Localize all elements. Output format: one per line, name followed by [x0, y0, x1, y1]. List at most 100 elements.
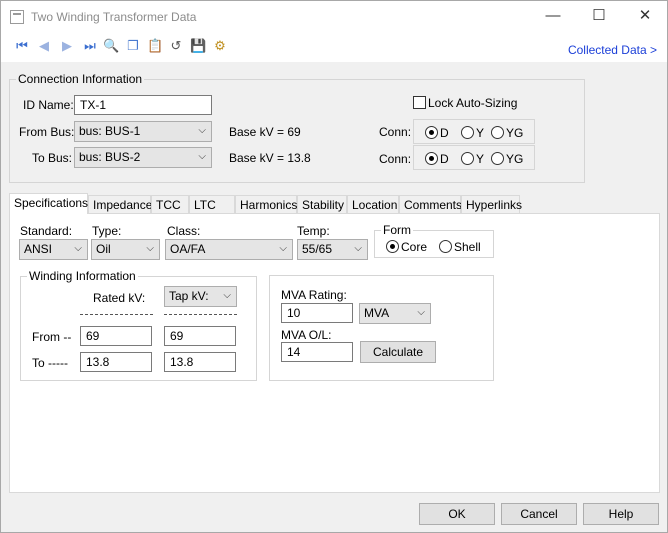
temp-select[interactable]: 55/65 ⌵: [297, 239, 368, 260]
to-conn-yg-label: YG: [506, 152, 524, 166]
lock-auto-sizing-checkbox[interactable]: [413, 96, 426, 109]
rated-kv-divider: [80, 314, 153, 315]
find-icon[interactable]: 🔍: [103, 38, 119, 54]
from-conn-y-radio[interactable]: [461, 126, 474, 139]
mva-rating-label: MVA Rating:: [281, 288, 347, 302]
from-conn-yg-radio[interactable]: [491, 126, 504, 139]
calculate-button[interactable]: Calculate: [360, 341, 436, 363]
to-base-kv: Base kV = 13.8: [229, 151, 311, 165]
cancel-button[interactable]: Cancel: [501, 503, 577, 525]
mva-ol-label: MVA O/L:: [281, 328, 332, 342]
help-button[interactable]: Help: [583, 503, 659, 525]
mva-ol-input[interactable]: 14: [281, 342, 353, 362]
to-bus-select[interactable]: bus: BUS-2 ⌵: [74, 147, 212, 168]
type-select[interactable]: Oil ⌵: [91, 239, 160, 260]
form-shell-radio[interactable]: [439, 240, 452, 253]
standard-value: ANSI: [24, 242, 53, 256]
tab-harmonics[interactable]: Harmonics: [235, 195, 297, 214]
to-tap-kv-input[interactable]: 13.8: [164, 352, 236, 372]
from-rated-kv-input[interactable]: 69: [80, 326, 152, 346]
lock-auto-sizing-label: Lock Auto-Sizing: [428, 96, 518, 110]
to-conn-d-label: D: [440, 152, 449, 166]
to-conn-yg-radio[interactable]: [491, 152, 504, 165]
from-bus-select[interactable]: bus: BUS-1 ⌵: [74, 121, 212, 142]
previous-record-icon[interactable]: ◀: [36, 38, 52, 54]
collected-data-link[interactable]: Collected Data >: [568, 43, 657, 57]
chevron-down-icon: ⌵: [198, 151, 206, 162]
first-record-icon[interactable]: ⏮: [14, 38, 30, 54]
chevron-down-icon: ⌵: [417, 307, 425, 318]
toolbar: ⏮ ◀ ▶ ⏭ 🔍 ❐ 📋 ↺ 💾 ⚙ Collected Data >: [1, 32, 667, 62]
to-conn-y-label: Y: [476, 152, 485, 166]
mva-unit-select[interactable]: MVA ⌵: [359, 303, 431, 324]
undo-icon[interactable]: ↺: [168, 38, 184, 54]
rated-kv-label: Rated kV:: [93, 291, 146, 305]
mva-rating-input[interactable]: 10: [281, 303, 353, 323]
tab-impedance[interactable]: Impedance: [88, 195, 152, 214]
save-library-icon[interactable]: 💾: [190, 38, 206, 54]
title-bar: Two Winding Transformer Data — ☐ ✕: [1, 1, 667, 32]
to-winding-label: To -----: [32, 356, 68, 370]
from-bus-value: bus: BUS-1: [79, 124, 141, 138]
from-conn-yg-label: YG: [506, 126, 524, 140]
from-base-kv: Base kV = 69: [229, 125, 301, 139]
standard-select[interactable]: ANSI ⌵: [19, 239, 88, 260]
tab-hyperlinks[interactable]: Hyperlinks: [461, 195, 522, 214]
from-winding-label: From --: [32, 330, 72, 344]
to-conn-y-radio[interactable]: [461, 152, 474, 165]
tab-specifications[interactable]: Specifications: [9, 193, 88, 214]
id-name-label: ID Name:: [23, 98, 74, 112]
tab-stability[interactable]: Stability: [297, 195, 347, 214]
form-core-radio[interactable]: [386, 240, 399, 253]
class-select[interactable]: OA/FA ⌵: [165, 239, 293, 260]
chevron-down-icon: ⌵: [74, 243, 82, 254]
connection-group-label: Connection Information: [16, 72, 145, 86]
chevron-down-icon: ⌵: [146, 243, 154, 254]
from-conn-d-label: D: [440, 126, 449, 140]
from-tap-kv-input[interactable]: 69: [164, 326, 236, 346]
transformer-data-window: Two Winding Transformer Data — ☐ ✕ ⏮ ◀ ▶…: [0, 0, 668, 533]
to-conn-label: Conn:: [379, 152, 412, 166]
tab-ltc[interactable]: LTC: [189, 195, 235, 214]
next-record-icon[interactable]: ▶: [59, 38, 75, 54]
tab-tcc[interactable]: TCC: [151, 195, 189, 214]
temp-value: 55/65: [302, 242, 333, 256]
chevron-down-icon: ⌵: [223, 290, 231, 301]
ok-button[interactable]: OK: [419, 503, 495, 525]
tab-location[interactable]: Location: [347, 195, 399, 214]
type-value: Oil: [96, 242, 111, 256]
from-bus-label: From Bus:: [19, 125, 75, 139]
temp-label: Temp:: [297, 224, 330, 238]
from-conn-label: Conn:: [379, 125, 412, 139]
to-bus-label: To Bus:: [32, 151, 73, 165]
paste-icon[interactable]: 📋: [147, 38, 163, 54]
chevron-down-icon: ⌵: [198, 125, 206, 136]
id-name-input[interactable]: TX-1: [74, 95, 212, 115]
from-conn-d-radio[interactable]: [425, 126, 438, 139]
library-settings-icon[interactable]: ⚙: [212, 38, 228, 54]
chevron-down-icon: ⌵: [279, 243, 287, 254]
class-value: OA/FA: [170, 242, 206, 256]
to-bus-value: bus: BUS-2: [79, 150, 141, 164]
to-rated-kv-input[interactable]: 13.8: [80, 352, 152, 372]
to-conn-d-radio[interactable]: [425, 152, 438, 165]
app-icon: [10, 10, 24, 24]
tap-kv-divider: [164, 314, 237, 315]
mva-unit-value: MVA: [364, 306, 390, 320]
window-title: Two Winding Transformer Data: [31, 10, 197, 24]
form-core-label: Core: [401, 240, 428, 254]
form-group-label: Form: [381, 223, 413, 237]
copy-icon[interactable]: ❐: [125, 38, 141, 54]
chevron-down-icon: ⌵: [354, 243, 362, 254]
tap-kv-value: Tap kV:: [169, 289, 209, 303]
form-shell-label: Shell: [454, 240, 481, 254]
tab-comments[interactable]: Comments: [399, 195, 462, 214]
close-button[interactable]: ✕: [622, 1, 668, 32]
last-record-icon[interactable]: ⏭: [82, 38, 98, 54]
class-label: Class:: [167, 224, 201, 238]
minimize-button[interactable]: —: [530, 1, 576, 32]
type-label: Type:: [92, 224, 122, 238]
standard-label: Standard:: [20, 224, 73, 238]
tap-kv-select[interactable]: Tap kV: ⌵: [164, 286, 237, 307]
maximize-button[interactable]: ☐: [576, 1, 622, 32]
